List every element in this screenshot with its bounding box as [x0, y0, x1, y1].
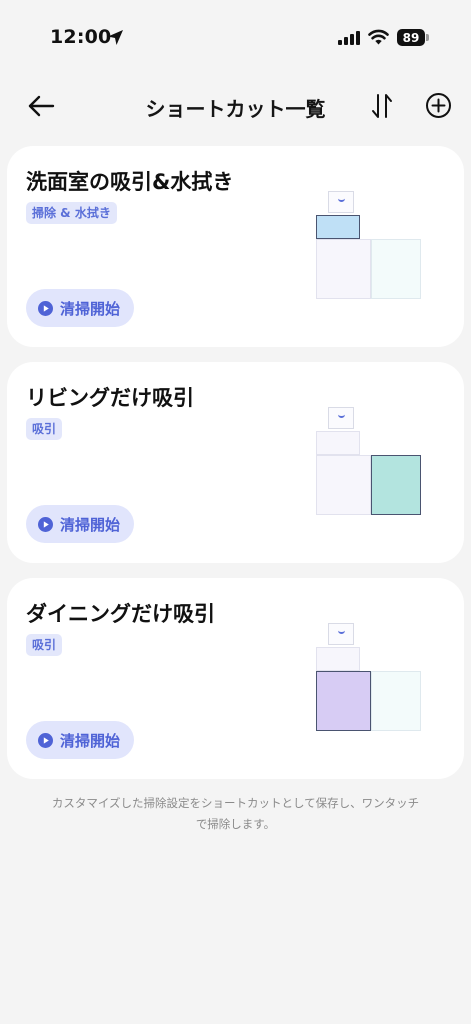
room-living — [371, 455, 421, 515]
nav-bar: ショートカット一覧 — [0, 80, 471, 132]
start-cleaning-button[interactable]: 清掃開始 — [26, 289, 134, 327]
page-title: ショートカット一覧 — [145, 97, 326, 121]
wifi-icon — [368, 29, 389, 45]
room-living — [371, 671, 421, 731]
footer-note: カスタマイズした掃除設定をショートカットとして保存し、ワンタッチ で掃除します。 — [0, 793, 471, 835]
room-living — [371, 239, 421, 299]
add-shortcut-button[interactable] — [425, 92, 452, 119]
room-washroom — [316, 647, 360, 671]
battery-indicator: 89 — [397, 29, 425, 46]
play-circle-icon — [38, 516, 53, 532]
mode-badge: 吸引 — [26, 418, 63, 440]
footer-note-line-2: で掃除します。 — [195, 817, 276, 831]
mode-badge: 吸引 — [26, 634, 63, 656]
status-time: 12:00 — [50, 26, 112, 48]
start-cleaning-label: 清掃開始 — [60, 299, 121, 318]
room-dock — [328, 407, 354, 429]
room-dock — [328, 623, 354, 645]
shortcut-card-1[interactable]: 洗面室の吸引&水拭き 掃除 & 水拭き 清掃開始 — [7, 146, 464, 347]
cellular-signal-icon — [338, 31, 360, 45]
shortcut-card-2[interactable]: リビングだけ吸引 吸引 清掃開始 — [7, 362, 464, 563]
room-washroom — [316, 215, 360, 239]
battery-level: 89 — [402, 30, 420, 45]
room-washroom — [316, 431, 360, 455]
sort-arrows-icon — [372, 94, 392, 118]
shortcut-title: 洗面室の吸引&水拭き — [26, 170, 234, 194]
footer-note-line-1: カスタマイズした掃除設定をショートカットとして保存し、ワンタッチ — [51, 796, 420, 810]
mode-badge: 掃除 & 水拭き — [26, 202, 117, 224]
start-cleaning-button[interactable]: 清掃開始 — [26, 721, 134, 759]
shortcut-title: ダイニングだけ吸引 — [26, 602, 215, 626]
status-bar: 12:00 89 — [0, 0, 471, 76]
plus-circle-icon — [426, 93, 451, 118]
sort-button[interactable] — [370, 92, 394, 120]
room-map — [316, 191, 426, 301]
room-map — [316, 623, 426, 733]
room-dock — [328, 191, 354, 213]
start-cleaning-label: 清掃開始 — [60, 515, 121, 534]
room-dining — [316, 239, 371, 299]
start-cleaning-label: 清掃開始 — [60, 731, 121, 750]
shortcut-title: リビングだけ吸引 — [26, 386, 194, 410]
battery-tip — [426, 34, 429, 41]
room-dining — [316, 455, 371, 515]
play-circle-icon — [38, 732, 53, 748]
start-cleaning-button[interactable]: 清掃開始 — [26, 505, 134, 543]
location-arrow-icon — [108, 30, 123, 45]
shortcut-card-3[interactable]: ダイニングだけ吸引 吸引 清掃開始 — [7, 578, 464, 779]
room-dining — [316, 671, 371, 731]
room-map — [316, 407, 426, 517]
play-circle-icon — [38, 300, 53, 316]
